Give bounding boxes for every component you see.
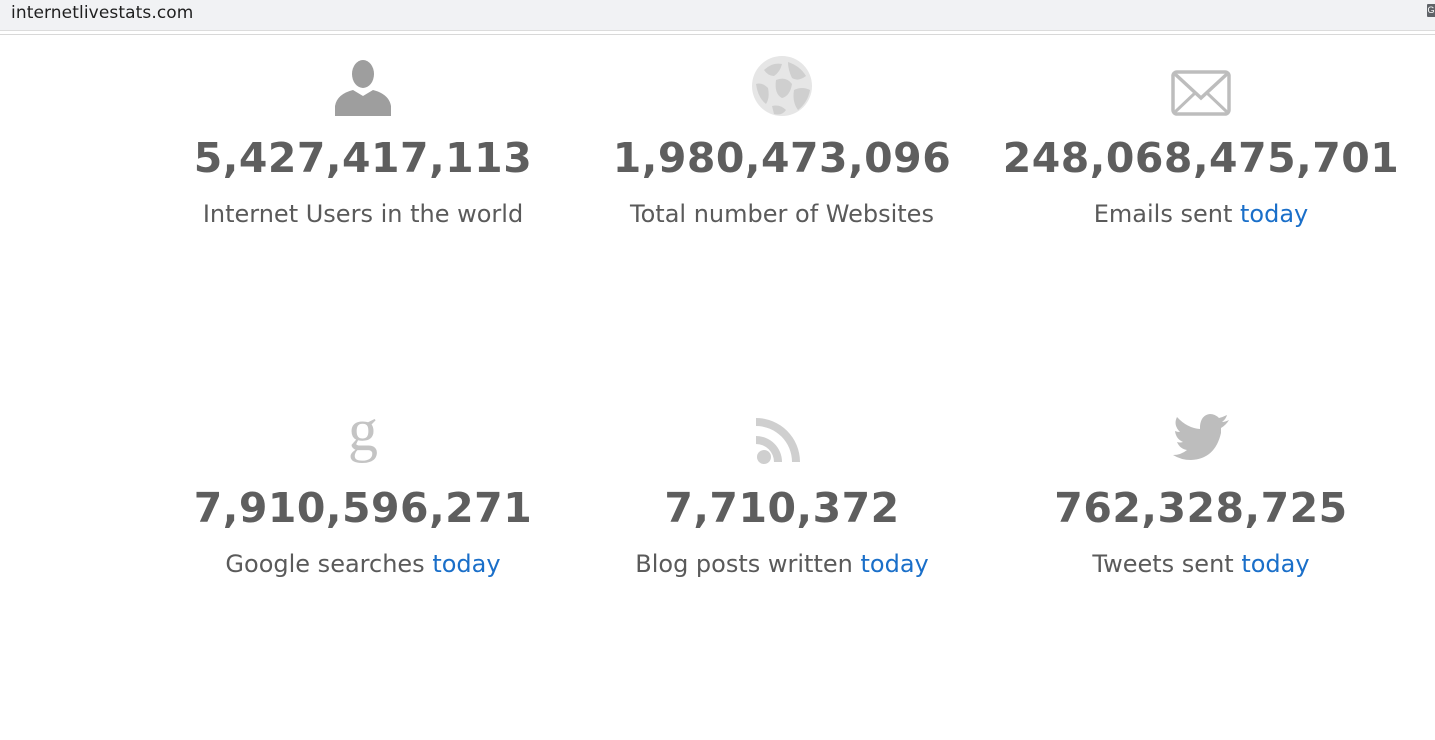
stat-label: Total number of Websites [630, 200, 934, 228]
stat-number: 7,910,596,271 [193, 484, 533, 532]
stat-websites: 1,980,473,096 Total number of Websites [582, 56, 982, 236]
stat-label: Tweets sent today [1092, 550, 1310, 578]
stat-blog-posts: 7,710,372 Blog posts written today [582, 406, 982, 586]
stat-number: 248,068,475,701 [1002, 134, 1400, 182]
stat-number: 762,328,725 [1054, 484, 1348, 532]
extension-icon[interactable]: G [1427, 4, 1435, 17]
google-icon: g [348, 406, 378, 463]
user-icon [335, 60, 391, 116]
stat-label: Internet Users in the world [202, 200, 524, 228]
today-link[interactable]: today [432, 550, 500, 578]
stat-google-searches: g 7,910,596,271 Google searches today [163, 406, 563, 586]
today-link[interactable]: today [1240, 200, 1308, 228]
stat-label: Emails sent today [1093, 200, 1309, 228]
divider [0, 34, 1435, 35]
today-link[interactable]: today [1241, 550, 1309, 578]
browser-address-bar[interactable]: internetlivestats.com G [0, 0, 1435, 31]
address-url[interactable]: internetlivestats.com [11, 3, 193, 23]
stat-number: 7,710,372 [664, 484, 900, 532]
stat-number: 1,980,473,096 [612, 134, 952, 182]
stat-emails: 248,068,475,701 Emails sent today [1001, 56, 1401, 236]
today-link[interactable]: today [860, 550, 928, 578]
stat-label: Google searches today [225, 550, 501, 578]
stat-tweets: 762,328,725 Tweets sent today [1001, 406, 1401, 586]
svg-text:g: g [348, 406, 378, 463]
stat-number: 5,427,417,113 [193, 134, 533, 182]
rss-icon [756, 418, 800, 464]
twitter-bird-icon [1173, 414, 1229, 460]
envelope-icon [1171, 70, 1231, 116]
stat-label: Blog posts written today [635, 550, 929, 578]
globe-icon [752, 56, 812, 116]
stat-internet-users: 5,427,417,113 Internet Users in the worl… [163, 56, 563, 236]
